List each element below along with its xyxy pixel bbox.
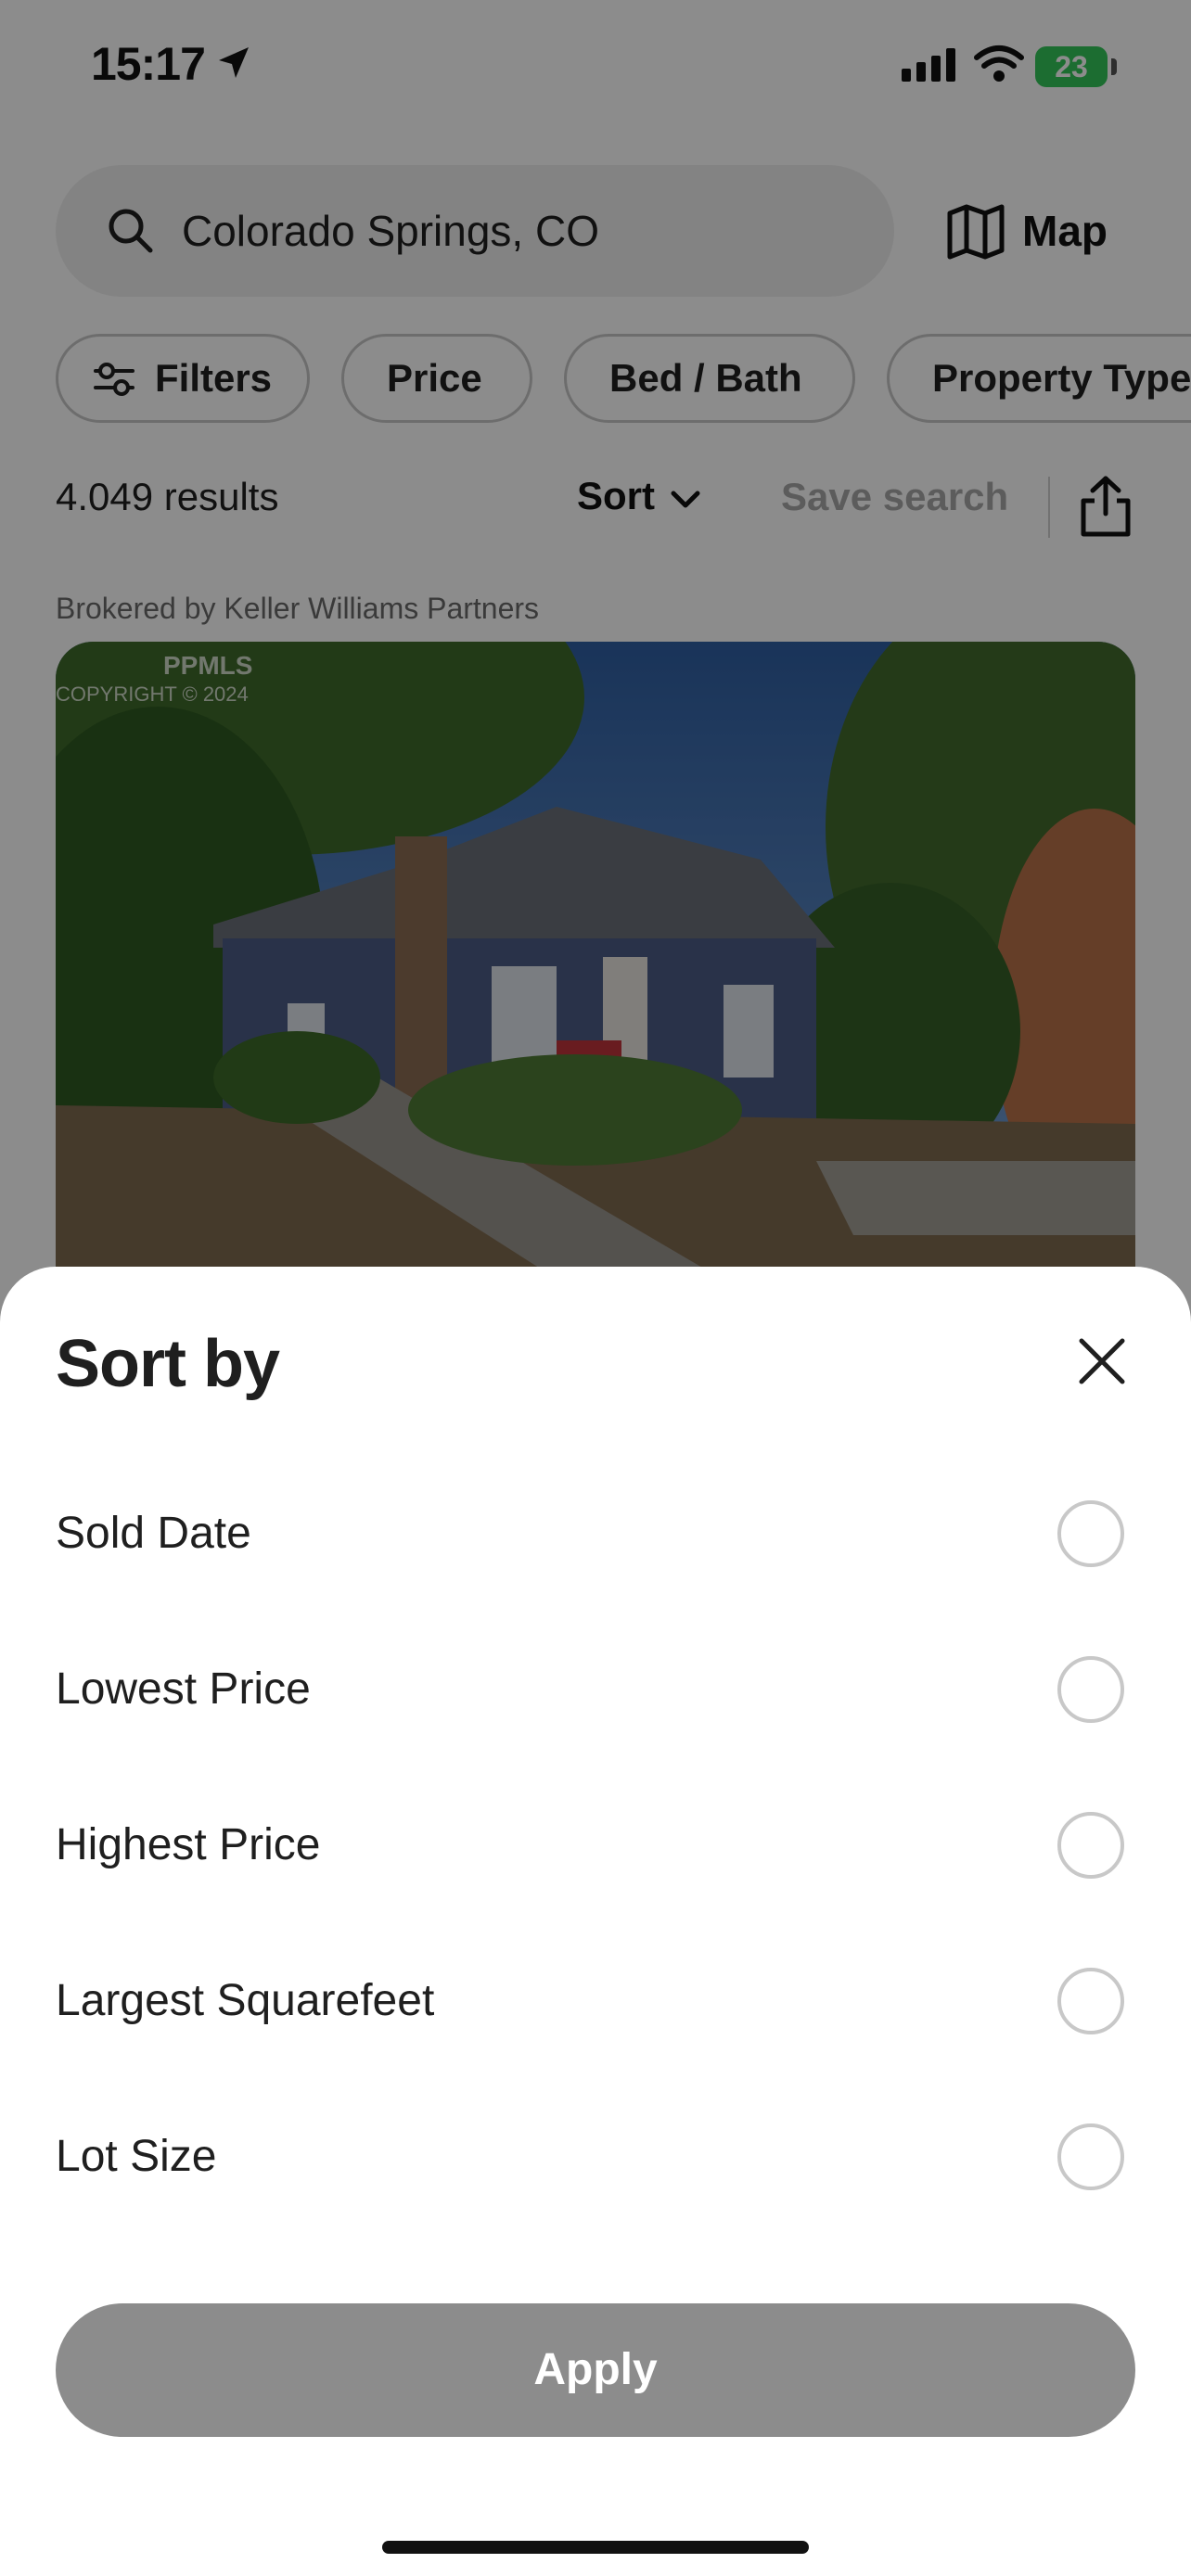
option-label: Lot Size xyxy=(56,2132,217,2181)
radio-button[interactable] xyxy=(1057,1968,1124,2034)
sort-option-largest-squarefeet[interactable]: Largest Squarefeet xyxy=(0,1923,1191,2079)
apply-label: Apply xyxy=(533,2345,658,2394)
radio-button[interactable] xyxy=(1057,2123,1124,2190)
option-label: Highest Price xyxy=(56,1820,321,1869)
radio-button[interactable] xyxy=(1057,1500,1124,1567)
option-label: Sold Date xyxy=(56,1509,251,1558)
radio-button[interactable] xyxy=(1057,1656,1124,1723)
sheet-title: Sort by xyxy=(56,1327,280,1401)
sort-option-highest-price[interactable]: Highest Price xyxy=(0,1767,1191,1923)
apply-button[interactable]: Apply xyxy=(56,2303,1135,2437)
sort-option-lowest-price[interactable]: Lowest Price xyxy=(0,1612,1191,1767)
option-label: Largest Squarefeet xyxy=(56,1976,435,2025)
sort-bottom-sheet: Sort by Sold Date Lowest Price Highest P… xyxy=(0,1267,1191,2576)
option-label: Lowest Price xyxy=(56,1664,311,1714)
home-indicator[interactable] xyxy=(382,2541,809,2554)
close-icon[interactable] xyxy=(1074,1333,1130,1389)
sort-option-lot-size[interactable]: Lot Size xyxy=(0,2079,1191,2235)
radio-button[interactable] xyxy=(1057,1812,1124,1879)
sort-option-sold-date[interactable]: Sold Date xyxy=(0,1456,1191,1612)
